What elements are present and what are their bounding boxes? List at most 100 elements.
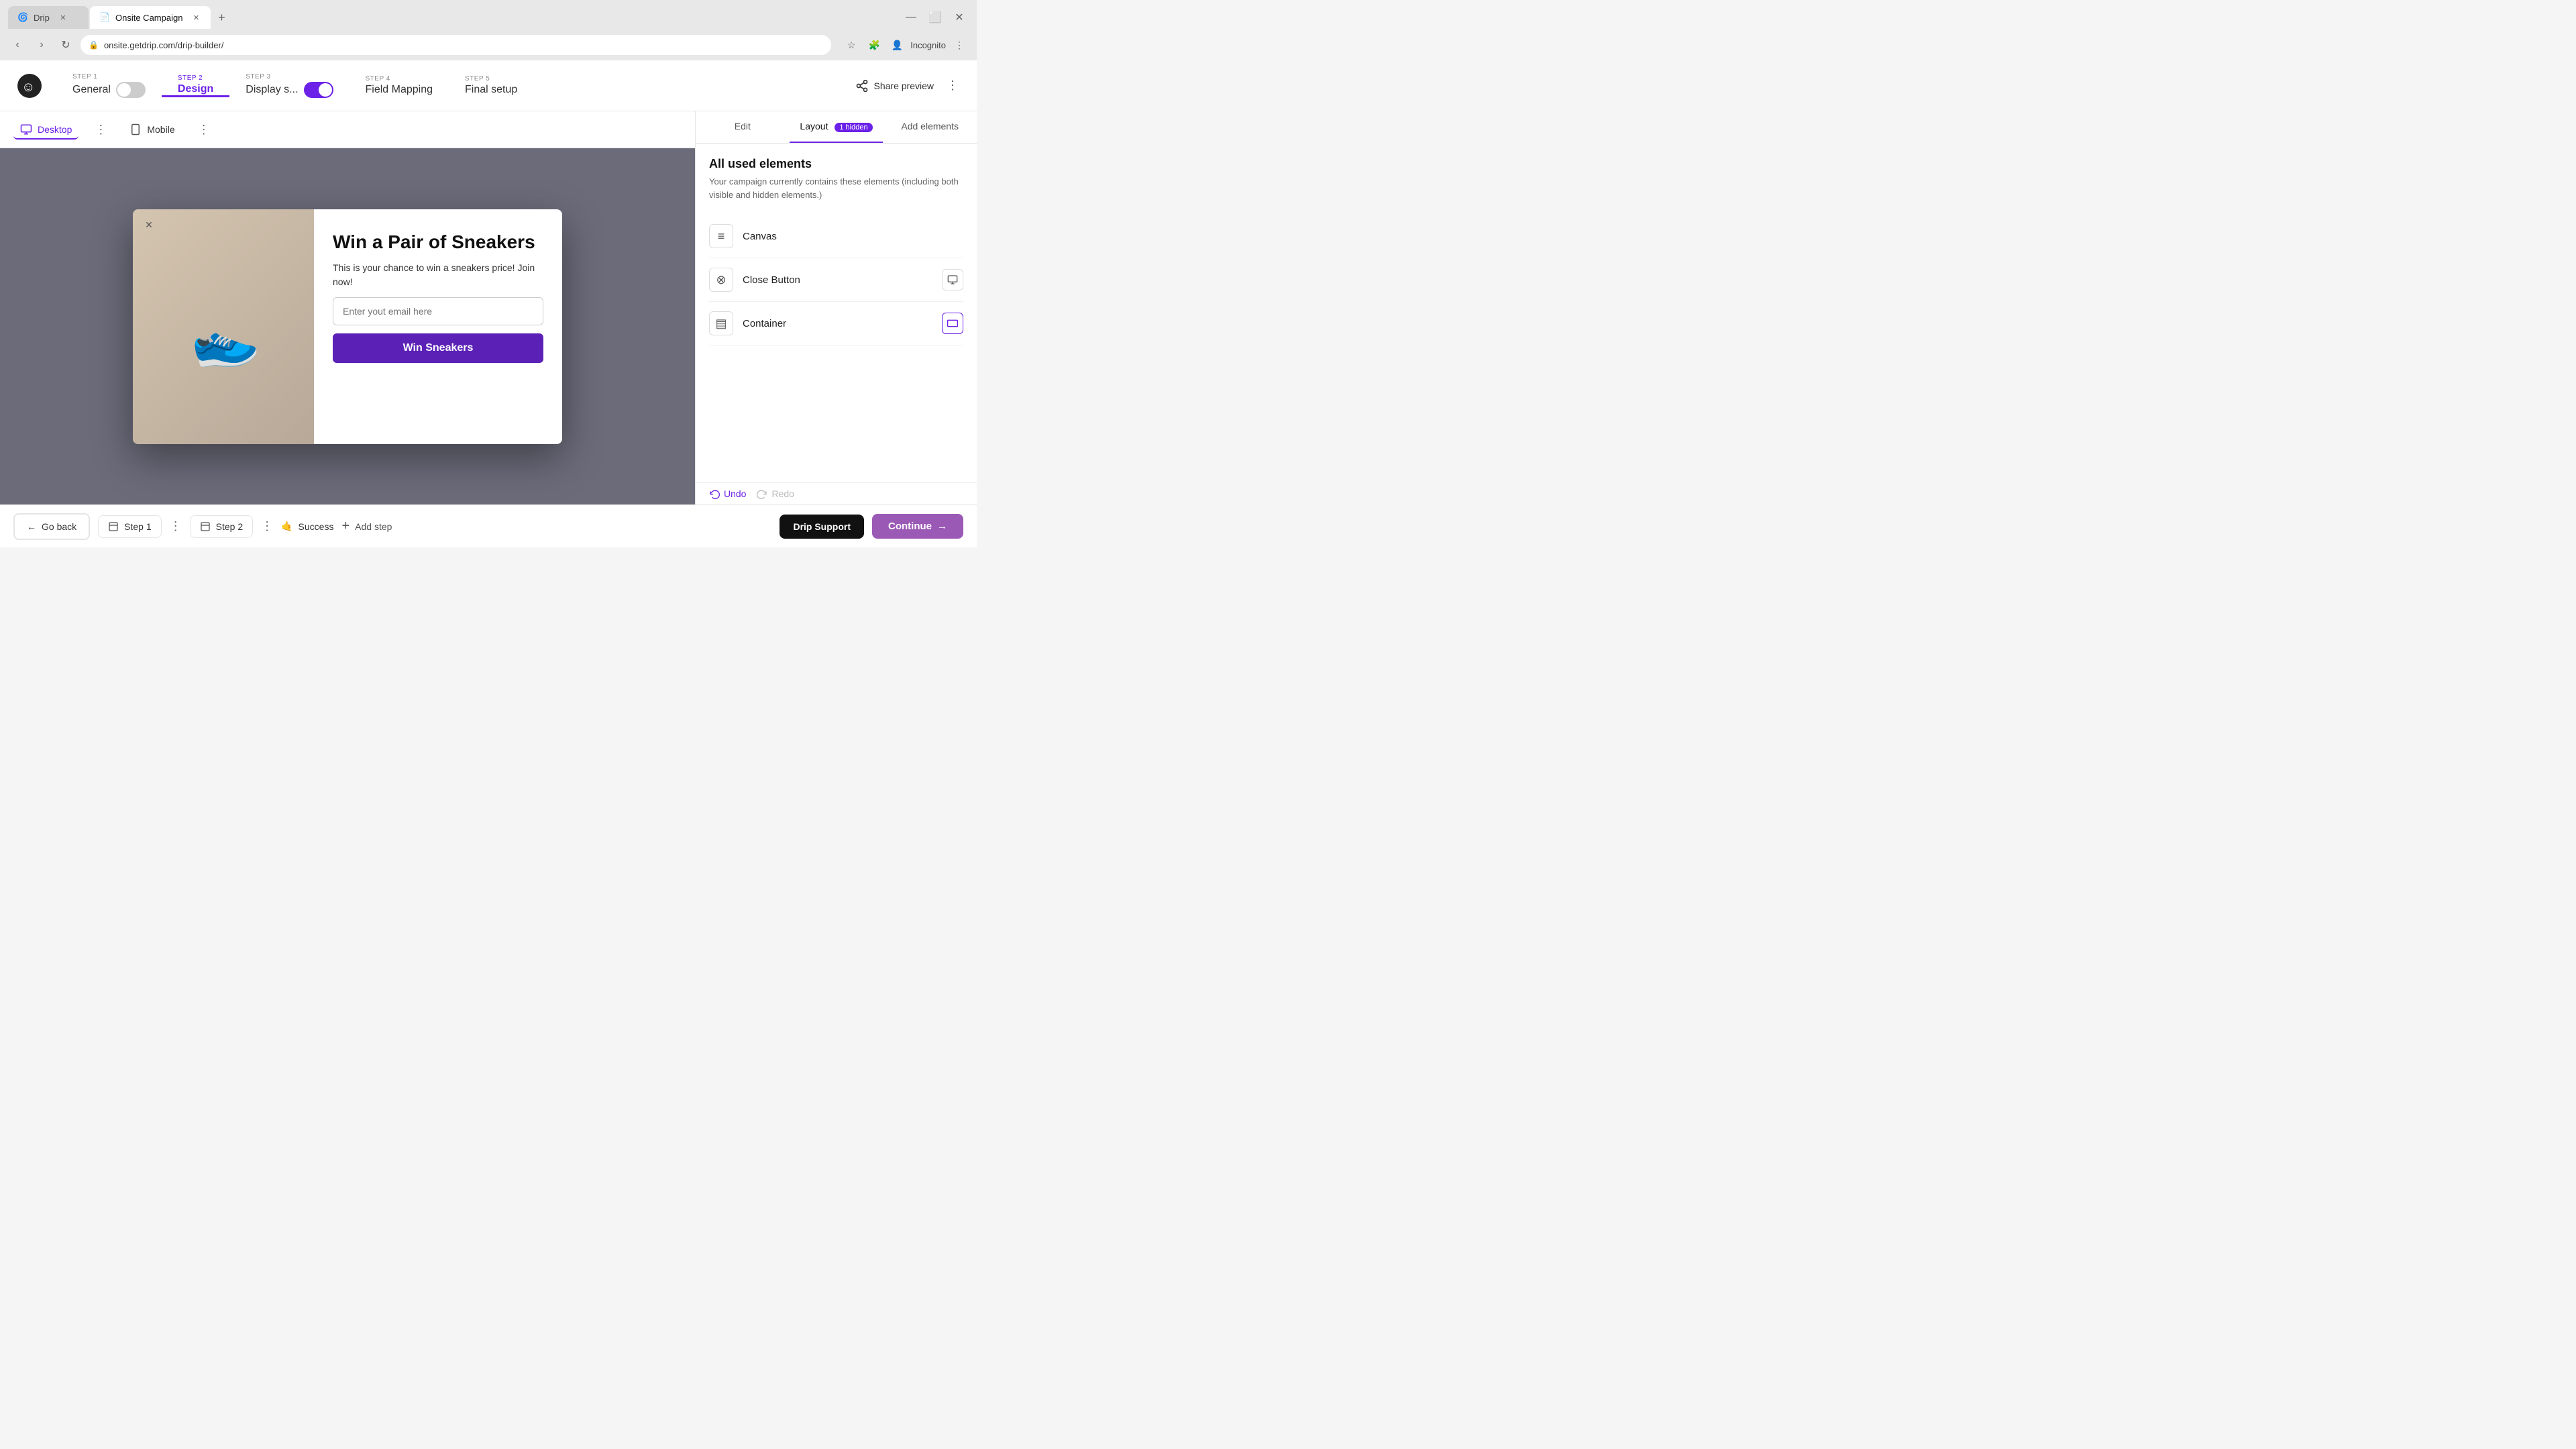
- close-button-visibility-toggle[interactable]: [942, 269, 963, 290]
- restore-icon[interactable]: ⬜: [926, 8, 945, 27]
- drip-logo: ☺: [13, 70, 46, 102]
- profile-icon[interactable]: 👤: [888, 36, 906, 54]
- tab-add-elements[interactable]: Add elements: [883, 111, 977, 143]
- step-final-setup[interactable]: STEP 5 Final setup: [449, 75, 533, 96]
- step-display-name: Display s...: [246, 84, 298, 96]
- desktop-view-button[interactable]: Desktop: [13, 119, 78, 140]
- modal-description: This is your chance to win a sneakers pr…: [333, 261, 543, 289]
- step-general-name: General: [72, 84, 111, 96]
- step-display[interactable]: STEP 3 Display s...: [229, 73, 349, 98]
- tab-drip-close[interactable]: ✕: [58, 12, 68, 23]
- modal-title: Win a Pair of Sneakers: [333, 231, 543, 254]
- forward-button[interactable]: ›: [32, 36, 51, 54]
- svg-text:☺: ☺: [21, 80, 35, 95]
- desktop-more-button[interactable]: ⋮: [95, 123, 107, 137]
- modal-email-input[interactable]: [333, 297, 543, 325]
- bookmark-icon[interactable]: ☆: [842, 36, 861, 54]
- add-step-label: Add step: [355, 521, 392, 532]
- step2-label: Step 2: [216, 521, 243, 532]
- sneaker-image: 👟: [183, 301, 264, 379]
- tab-drip-label: Drip: [34, 13, 50, 23]
- canvas-preview[interactable]: ✕ 👟 Win a Pair of Sneakers This is your …: [0, 148, 695, 504]
- display-toggle[interactable]: [304, 82, 333, 98]
- new-tab-button[interactable]: +: [212, 8, 231, 27]
- success-icon: 🤙: [281, 521, 292, 532]
- address-bar[interactable]: 🔒 onsite.getdrip.com/drip-builder/: [80, 35, 831, 55]
- step-field-label: STEP 4: [366, 75, 433, 83]
- right-panel: Edit Layout 1 hidden Add elements All us…: [695, 111, 977, 504]
- container-element-label: Container: [743, 318, 932, 329]
- stepper-actions: Share preview ⋮: [855, 75, 964, 97]
- tab-layout-label: Layout: [800, 121, 828, 131]
- app: ☺ STEP 1 General STEP 2 Design STEP 3 Di…: [0, 60, 977, 547]
- step-design[interactable]: STEP 2 Design: [162, 74, 229, 97]
- element-row-close-button[interactable]: ⊗ Close Button: [709, 258, 963, 302]
- bottom-bar: ← Go back Step 1 ⋮ Step 2 ⋮ 🤙 Success + …: [0, 504, 977, 547]
- continue-button[interactable]: Continue →: [872, 514, 963, 539]
- close-button-element-label: Close Button: [743, 274, 932, 286]
- step-field-name: Field Mapping: [366, 84, 433, 96]
- element-row-canvas[interactable]: ≡ Canvas: [709, 215, 963, 258]
- canvas-element-icon: ≡: [709, 224, 733, 248]
- canvas-toolbar: Desktop ⋮ Mobile ⋮: [0, 111, 695, 148]
- canvas-element-label: Canvas: [743, 231, 963, 242]
- share-preview-button[interactable]: Share preview: [855, 79, 934, 93]
- step-general[interactable]: STEP 1 General: [56, 73, 162, 98]
- canvas-area: Desktop ⋮ Mobile ⋮ ✕ 👟 Win a Pair of: [0, 111, 695, 504]
- container-visibility-toggle[interactable]: [942, 313, 963, 334]
- reload-button[interactable]: ↻: [56, 36, 75, 54]
- continue-label: Continue: [888, 521, 932, 532]
- step2-chip[interactable]: Step 2: [190, 515, 253, 538]
- success-label: Success: [299, 521, 334, 532]
- tab-onsite-close[interactable]: ✕: [191, 12, 201, 23]
- browser-menu-icon[interactable]: ⋮: [950, 36, 969, 54]
- tab-onsite-favicon: 📄: [99, 12, 110, 23]
- tab-edit-label: Edit: [735, 121, 751, 131]
- modal-content: Win a Pair of Sneakers This is your chan…: [314, 209, 562, 444]
- tab-drip-favicon: 🌀: [17, 12, 28, 23]
- drip-support-button[interactable]: Drip Support: [780, 515, 864, 539]
- main-content: Desktop ⋮ Mobile ⋮ ✕ 👟 Win a Pair of: [0, 111, 977, 504]
- tab-edit[interactable]: Edit: [696, 111, 790, 143]
- go-back-label: Go back: [42, 521, 76, 532]
- stepper-more-button[interactable]: ⋮: [942, 75, 963, 97]
- undo-redo-bar: Undo Redo: [696, 482, 977, 504]
- tab-layout[interactable]: Layout 1 hidden: [790, 111, 883, 143]
- tab-drip[interactable]: 🌀 Drip ✕: [8, 6, 89, 29]
- step-general-label: STEP 1: [72, 73, 146, 80]
- step-field-mapping[interactable]: STEP 4 Field Mapping: [350, 75, 449, 96]
- back-button[interactable]: ‹: [8, 36, 27, 54]
- layout-hidden-badge: 1 hidden: [835, 123, 872, 132]
- mobile-more-button[interactable]: ⋮: [198, 123, 210, 137]
- general-toggle[interactable]: [116, 82, 146, 98]
- go-back-arrow-icon: ←: [27, 521, 36, 532]
- step-design-label: STEP 2: [178, 74, 213, 82]
- mobile-view-button[interactable]: Mobile: [123, 119, 181, 140]
- address-text: onsite.getdrip.com/drip-builder/: [104, 40, 223, 50]
- browser-chrome: 🌀 Drip ✕ 📄 Onsite Campaign ✕ + — ⬜ ✕ ‹ ›…: [0, 0, 977, 60]
- panel-tabs: Edit Layout 1 hidden Add elements: [696, 111, 977, 144]
- step2-more-icon[interactable]: ⋮: [261, 519, 273, 533]
- modal-image-panel: 👟: [133, 209, 314, 444]
- modal-close-button[interactable]: ✕: [141, 217, 157, 233]
- step1-more-icon[interactable]: ⋮: [170, 519, 182, 533]
- lock-icon: 🔒: [89, 40, 99, 50]
- desktop-label: Desktop: [38, 124, 72, 135]
- close-window-icon[interactable]: ✕: [950, 8, 969, 27]
- redo-button[interactable]: Redo: [757, 488, 794, 499]
- extensions-icon[interactable]: 🧩: [865, 36, 883, 54]
- success-chip[interactable]: 🤙 Success: [281, 521, 333, 532]
- panel-section-desc: Your campaign currently contains these e…: [709, 175, 963, 201]
- add-step-button[interactable]: + Add step: [341, 519, 392, 534]
- undo-button[interactable]: Undo: [709, 488, 746, 499]
- element-row-container[interactable]: ▤ Container: [709, 302, 963, 345]
- tab-add-elements-label: Add elements: [901, 121, 959, 131]
- step1-chip[interactable]: Step 1: [98, 515, 161, 538]
- tab-onsite[interactable]: 📄 Onsite Campaign ✕: [90, 6, 211, 29]
- go-back-button[interactable]: ← Go back: [13, 513, 90, 540]
- address-bar-row: ‹ › ↻ 🔒 onsite.getdrip.com/drip-builder/…: [0, 30, 977, 60]
- modal-cta-button[interactable]: Win Sneakers: [333, 333, 543, 363]
- minimize-icon[interactable]: —: [902, 8, 920, 27]
- step-display-label: STEP 3: [246, 73, 333, 80]
- step-final-label: STEP 5: [465, 75, 517, 83]
